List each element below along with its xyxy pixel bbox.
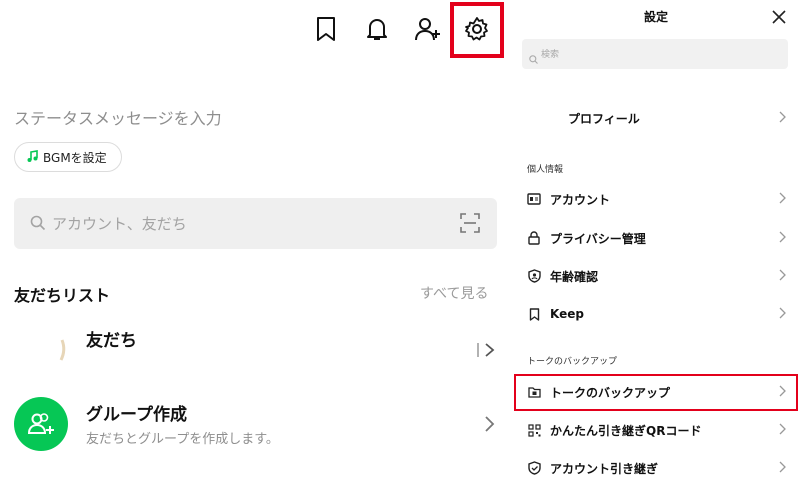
group-create-title[interactable]: グループ作成 xyxy=(86,400,187,425)
chevron-right-icon xyxy=(779,307,786,319)
settings-item-label: プロフィール xyxy=(568,111,640,126)
close-icon[interactable] xyxy=(772,9,786,28)
status-message-input[interactable]: ステータスメッセージを入力 xyxy=(14,105,222,129)
friends-list-title: 友だちリスト xyxy=(14,286,111,305)
settings-item-label: アカウント引き継ぎ xyxy=(550,461,659,476)
bgm-button[interactable]: BGMを設定 xyxy=(14,142,122,172)
account-card-icon xyxy=(526,191,542,207)
settings-item-profile[interactable]: プロフィール xyxy=(520,103,792,133)
lock-icon xyxy=(526,230,542,246)
keep-bookmark-icon xyxy=(526,306,542,322)
settings-item-label: Keep xyxy=(550,307,584,321)
settings-search-input[interactable]: 検索 xyxy=(522,39,788,69)
search-icon xyxy=(30,215,46,235)
settings-item-account-transfer[interactable]: アカウント引き継ぎ xyxy=(520,453,792,483)
settings-item-privacy[interactable]: プライバシー管理 xyxy=(520,223,792,253)
settings-item-age-verification[interactable]: 年齢確認 xyxy=(520,261,792,291)
settings-item-label: プライバシー管理 xyxy=(550,231,646,246)
friends-item[interactable]: 友だち xyxy=(86,326,137,351)
chevron-right-icon xyxy=(779,231,786,243)
add-friend-icon[interactable] xyxy=(413,14,443,44)
bell-icon[interactable] xyxy=(362,14,392,44)
settings-title: 設定 xyxy=(643,10,668,24)
chevron-right-icon xyxy=(779,461,786,473)
qr-code-icon xyxy=(526,422,542,438)
transfer-shield-icon xyxy=(526,460,542,476)
group-create-chevron[interactable] xyxy=(484,415,496,437)
settings-item-keep[interactable]: Keep xyxy=(520,299,792,329)
settings-search-placeholder: 検索 xyxy=(541,50,560,60)
talk-backup-highlight-box xyxy=(514,374,798,411)
chevron-right-icon xyxy=(779,269,786,281)
see-all-link[interactable]: すべて見る xyxy=(420,283,488,303)
bgm-label: BGMを設定 xyxy=(43,150,107,165)
friends-expand-chevron[interactable] xyxy=(476,341,498,363)
music-note-icon xyxy=(27,149,38,165)
search-placeholder: アカウント、友だち xyxy=(52,215,187,233)
section-personal-info: 個人情報 xyxy=(527,165,564,175)
settings-item-qr-transfer[interactable]: かんたん引き継ぎQRコード xyxy=(520,415,792,445)
settings-item-label: アカウント xyxy=(550,192,611,207)
age-shield-icon xyxy=(526,268,542,284)
group-create-subtitle: 友だちとグループを作成します。 xyxy=(86,432,279,447)
bookmark-icon[interactable] xyxy=(311,14,341,44)
chevron-right-icon xyxy=(779,192,786,204)
settings-item-label: かんたん引き継ぎQRコード xyxy=(550,423,702,438)
chevron-right-icon xyxy=(779,111,786,123)
group-add-icon[interactable] xyxy=(14,397,68,451)
scan-icon[interactable] xyxy=(460,213,480,237)
friends-avatar xyxy=(14,318,68,376)
settings-item-label: 年齢確認 xyxy=(550,269,599,284)
section-talk-backup: トークのバックアップ xyxy=(527,357,618,367)
friend-search-bar[interactable]: アカウント、友だち xyxy=(14,198,497,249)
gear-highlight-box xyxy=(450,2,504,58)
search-icon xyxy=(529,49,538,68)
settings-item-account[interactable]: アカウント xyxy=(520,184,792,214)
chevron-right-icon xyxy=(779,423,786,435)
